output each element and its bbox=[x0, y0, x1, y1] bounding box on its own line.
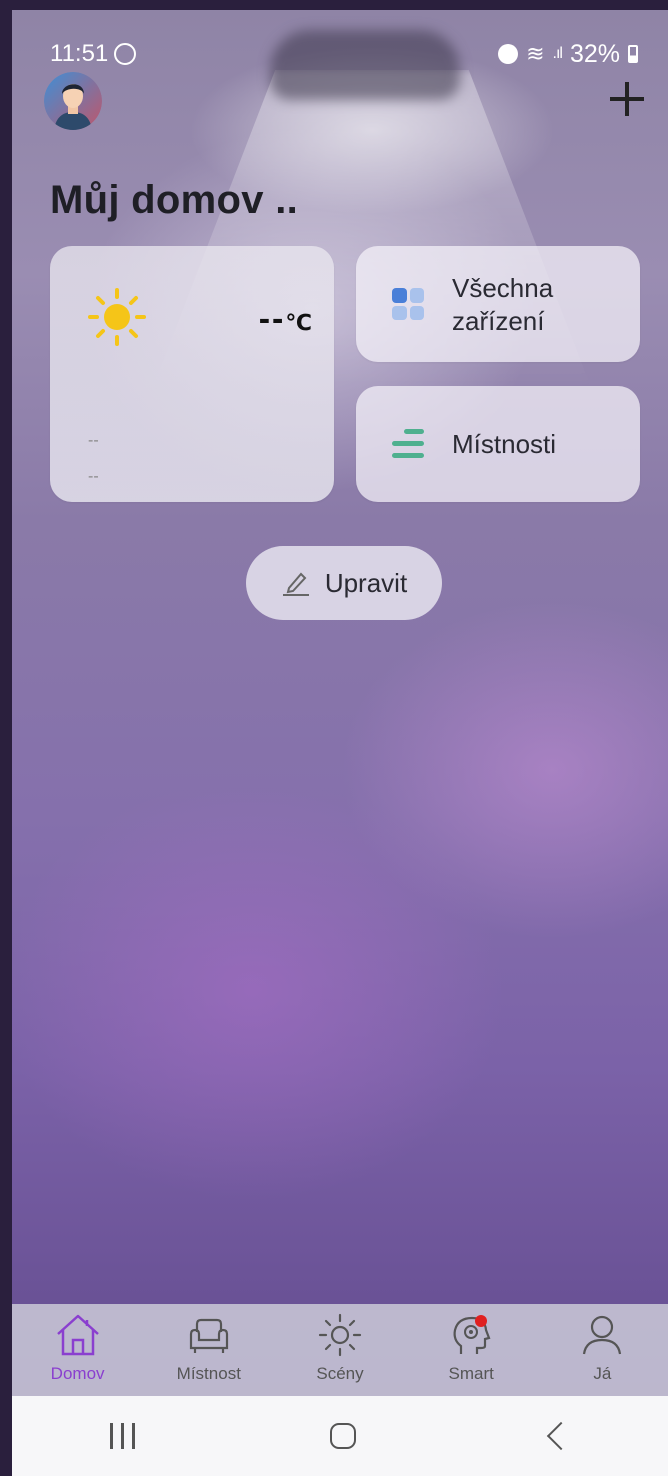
weather-info-line-1: -- bbox=[88, 432, 99, 449]
all-devices-card[interactable]: Všechna zařízení bbox=[356, 246, 640, 362]
brain-head-icon bbox=[453, 1315, 491, 1354]
home-button[interactable] bbox=[329, 1423, 356, 1449]
system-navigation-bar bbox=[12, 1396, 668, 1476]
tab-domov-label: Domov bbox=[50, 1364, 105, 1383]
bottom-tab-bar: Domov Místnost Scény Smart Já bbox=[12, 1304, 668, 1396]
rooms-list-icon bbox=[392, 429, 424, 459]
weather-info-line-2: -- bbox=[88, 468, 99, 485]
rooms-card[interactable]: Místnosti bbox=[356, 386, 640, 502]
tab-mistnost[interactable]: Místnost bbox=[143, 1304, 274, 1396]
sun-icon bbox=[88, 288, 146, 346]
user-avatar[interactable] bbox=[44, 72, 102, 130]
battery-icon bbox=[628, 45, 638, 63]
tab-smart[interactable]: Smart bbox=[406, 1304, 537, 1396]
armchair-icon bbox=[189, 1318, 228, 1353]
all-devices-label-line-2: zařízení bbox=[452, 306, 545, 336]
tab-ja-label: Já bbox=[593, 1364, 612, 1383]
battery-percent: 32% bbox=[569, 39, 620, 68]
sun-outline-icon bbox=[318, 1313, 362, 1357]
whatsapp-icon bbox=[114, 43, 137, 65]
alarm-icon bbox=[498, 44, 519, 64]
weather-card[interactable]: --℃ -- -- bbox=[50, 246, 334, 502]
status-time: 11:51 bbox=[50, 40, 109, 67]
temperature-value: --℃ bbox=[259, 300, 312, 339]
notification-dot bbox=[475, 1315, 488, 1327]
edit-button-label: Upravit bbox=[324, 567, 408, 598]
recents-button[interactable] bbox=[109, 1423, 135, 1449]
all-devices-label-line-1: Všechna bbox=[452, 273, 554, 303]
tab-mistnost-label: Místnost bbox=[176, 1364, 241, 1383]
rooms-label: Místnosti bbox=[452, 429, 557, 459]
person-icon bbox=[583, 1315, 622, 1355]
tab-domov[interactable]: Domov bbox=[12, 1304, 143, 1396]
temperature-number: -- bbox=[258, 300, 286, 338]
status-bar: 11:51 ≋ .ıl 32% bbox=[50, 38, 638, 70]
all-devices-label: Všechna zařízení bbox=[452, 272, 553, 338]
signal-icon: .ıl bbox=[552, 45, 564, 62]
avatar-icon bbox=[44, 72, 102, 130]
tab-sceny[interactable]: Scény bbox=[274, 1304, 405, 1396]
tab-sceny-label: Scény bbox=[316, 1364, 364, 1383]
back-button[interactable] bbox=[546, 1421, 575, 1451]
add-button[interactable] bbox=[610, 82, 644, 116]
devices-grid-icon bbox=[392, 288, 424, 320]
edit-button[interactable]: Upravit bbox=[246, 546, 442, 620]
tab-smart-label: Smart bbox=[448, 1364, 494, 1383]
app-screen: 11:51 ≋ .ıl 32% Můj domov .. --℃ -- -- V… bbox=[12, 10, 668, 1476]
tab-ja[interactable]: Já bbox=[537, 1304, 668, 1396]
temperature-unit: ℃ bbox=[285, 310, 312, 335]
pencil-icon bbox=[282, 572, 309, 596]
wifi-icon: ≋ bbox=[526, 41, 545, 66]
home-title[interactable]: Můj domov .. bbox=[50, 178, 298, 223]
house-icon bbox=[56, 1314, 99, 1356]
